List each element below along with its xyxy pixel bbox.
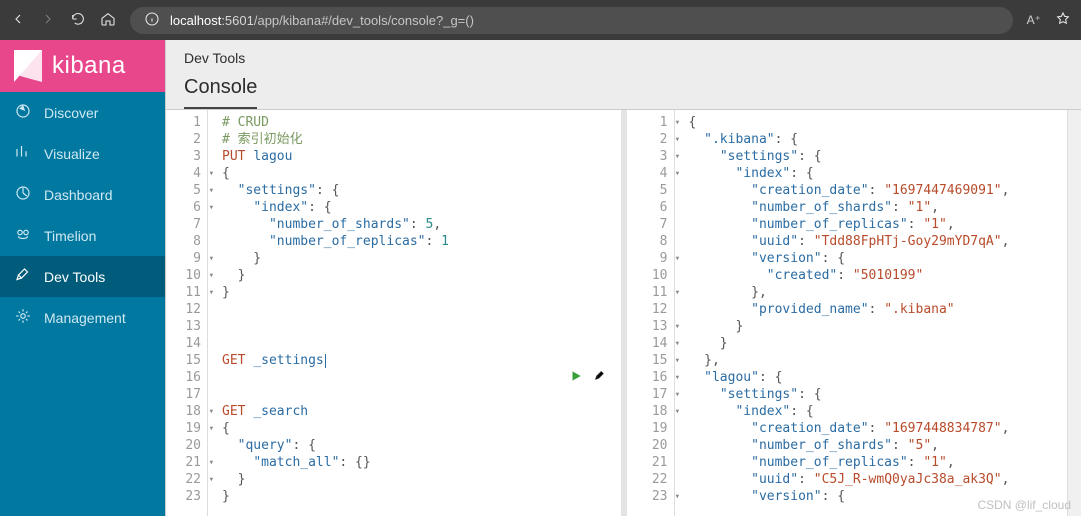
favorite-icon[interactable] (1055, 11, 1071, 30)
sidebar-item-label: Visualize (44, 146, 100, 162)
scrollbar[interactable] (1067, 110, 1081, 516)
gear-icon (14, 307, 32, 328)
tab-bar: Console (166, 66, 1081, 110)
timelion-icon (14, 225, 32, 246)
sidebar-item-management[interactable]: Management (0, 297, 165, 338)
sidebar-item-dev-tools[interactable]: Dev Tools (0, 256, 165, 297)
sidebar-item-label: Timelion (44, 228, 96, 244)
reader-mode-icon[interactable]: A⁺ (1027, 13, 1041, 27)
bar-chart-icon (14, 143, 32, 164)
sidebar-item-visualize[interactable]: Visualize (0, 133, 165, 174)
site-info-icon[interactable] (144, 11, 160, 30)
sidebar-item-label: Dev Tools (44, 269, 105, 285)
response-viewer[interactable]: 1234567891011121314151617181920212223 { … (627, 110, 1081, 516)
sidebar-item-timelion[interactable]: Timelion (0, 215, 165, 256)
refresh-icon[interactable] (70, 11, 86, 30)
wrench-icon (14, 266, 32, 287)
kibana-logo-icon (10, 48, 46, 84)
breadcrumb: Dev Tools (166, 40, 1081, 66)
address-bar[interactable]: localhost:5601/app/kibana#/dev_tools/con… (130, 7, 1013, 34)
forward-icon[interactable] (40, 11, 56, 30)
browser-toolbar: localhost:5601/app/kibana#/dev_tools/con… (0, 0, 1081, 40)
gauge-icon (14, 184, 32, 205)
home-icon[interactable] (100, 11, 116, 30)
sidebar-item-discover[interactable]: Discover (0, 92, 165, 133)
kibana-logo-text: kibana (52, 52, 126, 80)
sidebar: kibana Discover Visualize Dashboard Timelio… (0, 40, 165, 516)
sidebar-item-label: Management (44, 310, 126, 326)
url-text: localhost:5601/app/kibana#/dev_tools/con… (170, 13, 474, 28)
back-icon[interactable] (10, 11, 26, 30)
request-editor[interactable]: 1234567891011121314151617181920212223 # … (166, 110, 627, 516)
sidebar-item-dashboard[interactable]: Dashboard (0, 174, 165, 215)
compass-icon (14, 102, 32, 123)
tab-console[interactable]: Console (184, 72, 257, 109)
kibana-logo[interactable]: kibana (0, 40, 165, 92)
sidebar-item-label: Discover (44, 105, 98, 121)
sidebar-item-label: Dashboard (44, 187, 113, 203)
